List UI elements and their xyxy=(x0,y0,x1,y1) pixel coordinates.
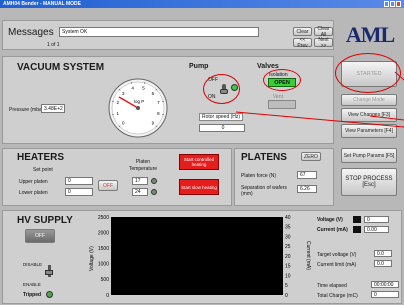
separation-field: 6.26 xyxy=(297,185,317,193)
hv-chart-y-tick: 1500 xyxy=(98,246,109,252)
target-voltage-field[interactable]: 0.0 xyxy=(374,250,392,257)
upper-temp-led xyxy=(151,178,157,184)
current-field: 0.00 xyxy=(364,226,389,233)
heaters-title: HEATERS xyxy=(17,152,65,163)
start-controlled-heating-button[interactable]: Start controlled heating xyxy=(179,154,219,170)
hv-chart-y-tick: 500 xyxy=(101,277,110,283)
hv-chart-y2label: Current (mA) xyxy=(305,241,311,270)
time-elapsed-field: 00:00:00 xyxy=(371,281,399,288)
hv-chart-y-tick: 1000 xyxy=(98,262,109,268)
hv-chart-y2-tick: 35 xyxy=(285,225,291,231)
tripped-led xyxy=(46,291,53,298)
hv-chart-y2-tick: 0 xyxy=(285,293,288,299)
current-indicator xyxy=(353,226,361,233)
hv-chart-y-tick: 0 xyxy=(106,293,109,299)
hv-chart-y-tick: 2000 xyxy=(98,230,109,236)
hv-chart-ylabel: Voltage (V) xyxy=(89,246,95,271)
lower-platen-label: Lower platen xyxy=(19,190,48,196)
platens-title: PLATENS xyxy=(241,152,287,163)
lower-setpoint-field[interactable]: 0 xyxy=(65,188,93,196)
voltage-indicator xyxy=(353,216,361,223)
hv-off-button[interactable]: OFF xyxy=(25,229,55,243)
heater-off-button[interactable]: OFF xyxy=(98,180,118,191)
platen-force-label: Platen force (N) xyxy=(241,173,277,179)
heaters-panel: HEATERS Set point Platen Temperature Upp… xyxy=(2,148,232,206)
hv-title: HV SUPPLY xyxy=(17,215,73,226)
voltage-label: Voltage (V) xyxy=(317,217,343,223)
lower-temp-led xyxy=(151,189,157,195)
target-voltage-label: Target voltage (V) xyxy=(317,252,357,258)
lower-temp-field: 24 xyxy=(132,188,148,196)
hv-chart-y2-tick: 40 xyxy=(285,215,291,221)
platens-panel: PLATENS ZERO Platen force (N) 67 Separat… xyxy=(234,148,334,206)
disable-label: DISABLE xyxy=(23,262,43,267)
current-label: Current (mA) xyxy=(317,227,348,233)
hv-chart-y2-tick: 30 xyxy=(285,234,291,240)
hv-enable-toggle[interactable] xyxy=(45,265,53,277)
hv-chart-y2-tick: 10 xyxy=(285,273,291,279)
hv-chart-y-tick: 2500 xyxy=(98,215,109,221)
time-elapsed-label: Time elapsed xyxy=(317,283,347,289)
hv-chart-plot-area xyxy=(111,217,283,295)
separation-label: Separation of wafers (mm) xyxy=(241,185,287,197)
total-charge-field: 0 xyxy=(371,291,399,298)
hv-chart-y2-tick: 5 xyxy=(285,283,288,289)
upper-platen-label: Upper platen xyxy=(19,179,48,185)
hv-panel: HV SUPPLY OFF DISABLE ENABLE Tripped 250… xyxy=(2,210,402,304)
set-point-label: Set point xyxy=(33,167,53,173)
hv-chart-y2-tick: 25 xyxy=(285,244,291,250)
enable-label: ENABLE xyxy=(23,282,41,287)
tripped-label: Tripped xyxy=(23,292,42,298)
zero-button[interactable]: ZERO xyxy=(301,152,321,161)
upper-temp-field: 17 xyxy=(132,177,148,185)
platen-force-field: 67 xyxy=(297,171,317,179)
total-charge-label: Total Charge (mC) xyxy=(317,293,358,299)
current-limit-field[interactable]: 0.0 xyxy=(374,260,392,267)
hv-chart-y2-tick: 20 xyxy=(285,254,291,260)
current-limit-label: Current limit (mA) xyxy=(317,262,357,268)
hv-chart-y2-tick: 15 xyxy=(285,264,291,270)
start-slow-heating-button[interactable]: Start slow heating xyxy=(179,179,219,195)
voltage-field: 0 xyxy=(364,216,389,223)
hv-chart: 2500 2000 1500 1000 500 0 40 35 30 25 20 15 10 5 0 Vo… xyxy=(89,215,311,299)
platen-temp-label: Platen Temperature xyxy=(128,159,158,172)
upper-setpoint-field[interactable]: 0 xyxy=(65,177,93,185)
